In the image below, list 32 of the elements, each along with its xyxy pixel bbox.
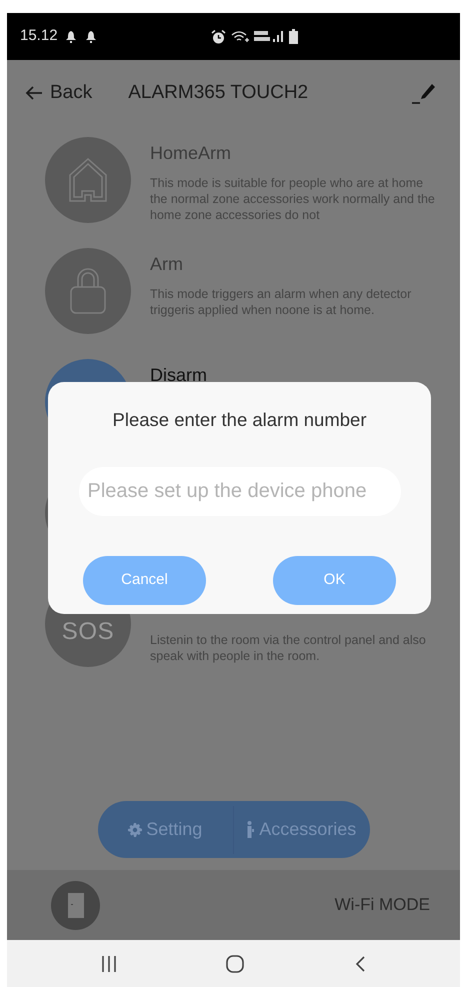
wifi-mode-label: Wi-Fi MODE <box>334 894 430 916</box>
house-icon <box>68 157 108 203</box>
menu-button[interactable]: Setting <box>98 801 233 858</box>
dialog-button[interactable]: OK <box>273 556 396 605</box>
status-time: 15.12 <box>20 26 58 46</box>
mode-title: HomeArm <box>150 142 232 165</box>
padlock-icon <box>69 267 107 315</box>
wifi-icon <box>230 30 249 42</box>
accessory-icon <box>247 821 256 838</box>
device-title: ALARM365 TOUCH2 <box>128 80 308 105</box>
edit-button[interactable] <box>412 82 436 104</box>
alarm-clock-icon <box>210 30 226 44</box>
back-arrow-icon <box>25 86 42 100</box>
back-icon[interactable] <box>354 956 365 972</box>
volte-signal-icon <box>254 30 284 43</box>
door-button[interactable] <box>51 880 100 930</box>
sos-label: SOS <box>62 620 114 644</box>
phone-input-field[interactable]: Please set up the device phone <box>78 466 400 516</box>
gear-icon <box>128 822 142 836</box>
mode-title: Disarm <box>150 364 207 387</box>
bell-icon <box>86 30 96 42</box>
back-button[interactable]: Back <box>25 78 92 108</box>
home-icon[interactable] <box>226 954 244 972</box>
dialog-title: Please enter the alarm number <box>112 408 366 432</box>
recent-apps-icon[interactable] <box>102 956 116 972</box>
pencil-icon <box>412 82 436 104</box>
bell-icon <box>66 30 76 42</box>
mode-title: Arm <box>150 253 184 276</box>
door-icon <box>68 892 84 918</box>
menu-button[interactable]: Accessories <box>234 801 370 858</box>
battery-icon <box>288 29 298 44</box>
dialog-button[interactable]: Cancel <box>83 556 206 605</box>
